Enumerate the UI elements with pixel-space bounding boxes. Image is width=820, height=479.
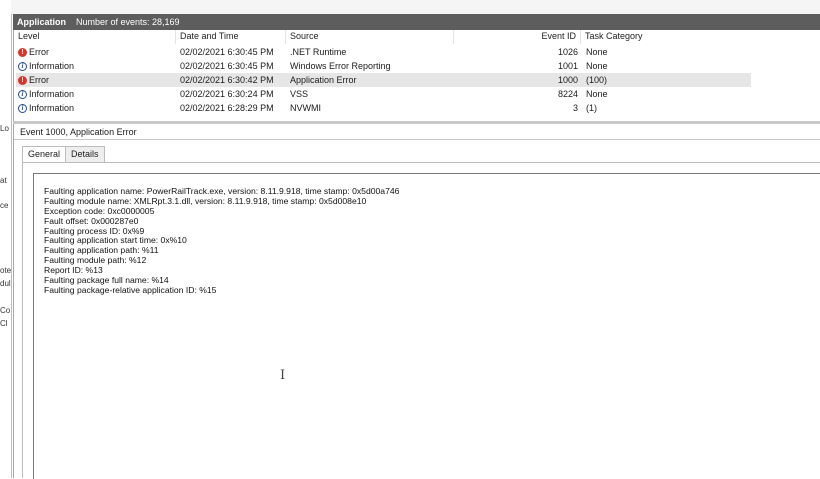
event-row[interactable]: ! Error 02/02/2021 6:30:45 PM .NET Runtim… bbox=[14, 45, 820, 59]
column-task-category[interactable]: Task Category bbox=[581, 30, 820, 44]
event-id: 1026 bbox=[557, 47, 578, 57]
event-date: 02/02/2021 6:30:45 PM bbox=[180, 61, 274, 71]
error-icon: ! bbox=[18, 47, 27, 57]
event-level: Error bbox=[29, 75, 49, 85]
detail-tabs: General Details bbox=[22, 146, 105, 163]
info-icon: i bbox=[18, 89, 27, 99]
event-id: 8224 bbox=[557, 89, 578, 99]
column-level[interactable]: Level bbox=[14, 30, 176, 44]
event-source: VSS bbox=[290, 89, 309, 99]
log-header-bar: Application Number of events: 28,169 bbox=[13, 14, 820, 30]
left-fragment: ote bbox=[0, 266, 12, 275]
left-fragment: Lo bbox=[0, 124, 9, 133]
left-fragment: Cl bbox=[0, 319, 8, 328]
event-task: None bbox=[586, 61, 608, 71]
event-description-box[interactable]: Faulting application name: PowerRailTrac… bbox=[33, 173, 820, 479]
left-fragment: at bbox=[0, 176, 7, 185]
event-row[interactable]: i Information 02/02/2021 6:28:29 PM NVWMI… bbox=[14, 101, 820, 115]
left-fragment: ce bbox=[0, 201, 9, 210]
event-id: 1000 bbox=[557, 75, 578, 85]
tab-general[interactable]: General bbox=[22, 146, 67, 163]
event-task: (1) bbox=[586, 103, 597, 113]
event-date: 02/02/2021 6:30:24 PM bbox=[180, 89, 274, 99]
text-cursor-icon: I bbox=[280, 368, 286, 383]
event-source: Application Error bbox=[290, 75, 357, 85]
event-level: Information bbox=[29, 89, 75, 99]
event-row[interactable]: i Information 02/02/2021 6:30:24 PM VSS 8… bbox=[14, 87, 820, 101]
event-task: None bbox=[586, 89, 608, 99]
info-icon: i bbox=[18, 61, 27, 71]
column-source[interactable]: Source bbox=[286, 30, 454, 44]
event-id: 1001 bbox=[557, 61, 578, 71]
toolbar-area bbox=[11, 0, 820, 14]
event-source: NVWMI bbox=[290, 103, 321, 113]
column-event-id[interactable]: Event ID bbox=[454, 30, 581, 44]
event-level: Information bbox=[29, 61, 75, 71]
event-id: 3 bbox=[572, 103, 578, 113]
event-date: 02/02/2021 6:30:42 PM bbox=[180, 75, 274, 85]
event-source: .NET Runtime bbox=[290, 47, 347, 57]
info-icon: i bbox=[18, 103, 27, 113]
event-level: Error bbox=[29, 47, 49, 57]
event-row-selected[interactable]: ! Error 02/02/2021 6:30:42 PM Application… bbox=[14, 73, 820, 87]
event-count: Number of events: 28,169 bbox=[76, 17, 180, 27]
event-task: None bbox=[586, 47, 608, 57]
log-title: Application bbox=[17, 17, 66, 27]
event-date: 02/02/2021 6:30:45 PM bbox=[180, 47, 274, 57]
event-date: 02/02/2021 6:28:29 PM bbox=[180, 103, 274, 113]
events-column-header: Level Date and Time Source Event ID Task… bbox=[14, 30, 820, 44]
event-detail-pane: Event 1000, Application Error General De… bbox=[13, 124, 820, 479]
events-list: Level Date and Time Source Event ID Task… bbox=[13, 30, 820, 121]
tab-details[interactable]: Details bbox=[65, 146, 105, 162]
column-date-time[interactable]: Date and Time bbox=[176, 30, 286, 44]
description-line: Faulting package-relative application ID… bbox=[44, 284, 217, 295]
event-description-text: Faulting application name: PowerRailTrac… bbox=[44, 186, 399, 296]
event-task: (100) bbox=[586, 75, 608, 85]
event-detail-title: Event 1000, Application Error bbox=[14, 124, 820, 140]
left-fragment: dul bbox=[0, 279, 11, 288]
error-icon: ! bbox=[18, 75, 27, 85]
event-row[interactable]: i Information 02/02/2021 6:30:45 PM Windo… bbox=[14, 59, 820, 73]
event-source: Windows Error Reporting bbox=[290, 61, 391, 71]
event-level: Information bbox=[29, 103, 75, 113]
left-sidebar-strip: Lo at ce ote dul Co Cl bbox=[0, 0, 12, 478]
left-fragment: Co bbox=[0, 306, 11, 315]
general-tab-content: Faulting application name: PowerRailTrac… bbox=[22, 162, 820, 479]
